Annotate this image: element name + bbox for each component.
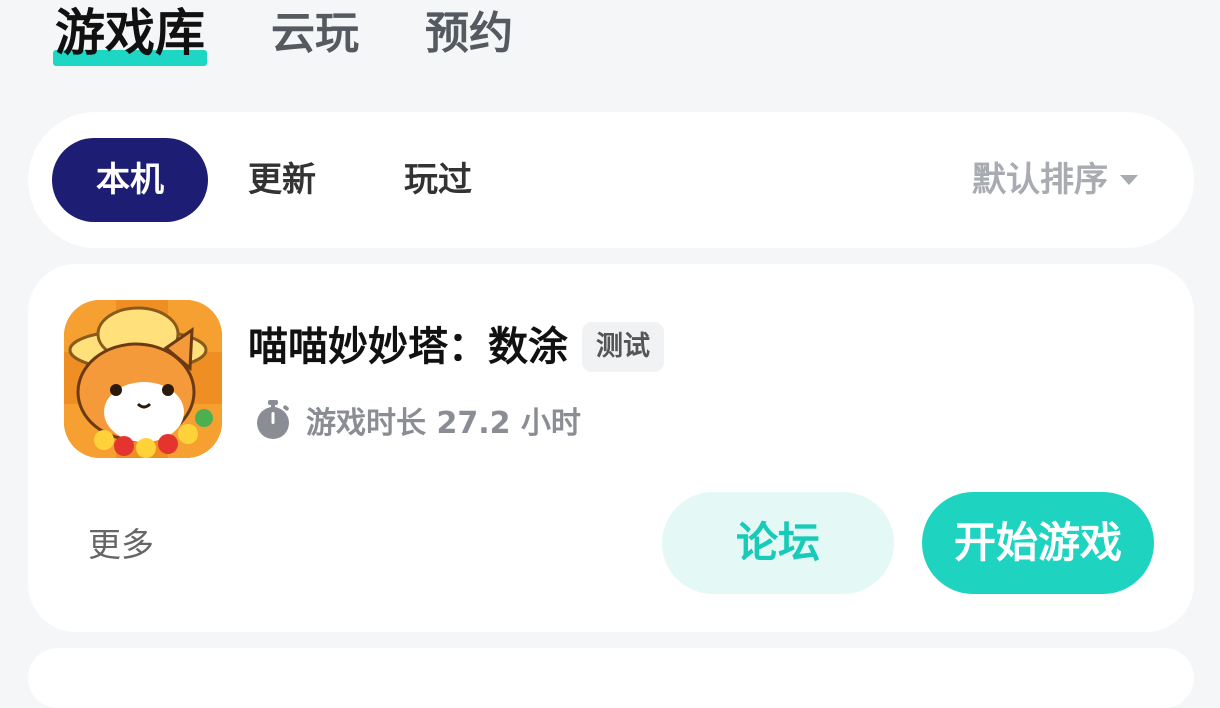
tab-cloud-play[interactable]: 云玩 — [271, 0, 359, 56]
top-tab-bar: 游戏库 云玩 预约 — [53, 0, 579, 80]
game-card: 喵喵妙妙塔：数涂 测试 游戏时长 27.2 小时 更多 论坛 开始游戏 — [28, 264, 1194, 632]
filter-chip-local[interactable]: 本机 — [52, 138, 208, 222]
forum-button[interactable]: 论坛 — [662, 492, 894, 594]
caret-down-icon — [1120, 175, 1138, 185]
playtime-text: 游戏时长 27.2 小时 — [306, 406, 581, 441]
test-badge: 测试 — [582, 322, 664, 372]
game-title[interactable]: 喵喵妙妙塔：数涂 — [248, 327, 568, 367]
more-button[interactable]: 更多 — [88, 518, 154, 566]
tab-reservations[interactable]: 预约 — [425, 0, 513, 56]
tab-label: 游戏库 — [55, 4, 205, 62]
cat-game-icon[interactable] — [64, 300, 222, 458]
game-title-row: 喵喵妙妙塔：数涂 测试 — [248, 322, 664, 372]
tab-label: 预约 — [425, 8, 513, 59]
start-game-button[interactable]: 开始游戏 — [922, 492, 1154, 594]
filter-chip-played[interactable]: 玩过 — [404, 138, 472, 222]
sort-label: 默认排序 — [972, 160, 1108, 200]
sort-dropdown[interactable]: 默认排序 — [972, 138, 1138, 222]
next-game-card — [28, 648, 1194, 708]
playtime-row: 游戏时长 27.2 小时 — [254, 398, 581, 442]
stopwatch-icon — [257, 400, 289, 439]
filter-chip-updates[interactable]: 更新 — [248, 138, 316, 222]
filter-bar: 本机 更新 玩过 默认排序 — [28, 112, 1194, 248]
tab-game-library[interactable]: 游戏库 — [53, 0, 207, 66]
tab-label: 云玩 — [271, 8, 359, 59]
